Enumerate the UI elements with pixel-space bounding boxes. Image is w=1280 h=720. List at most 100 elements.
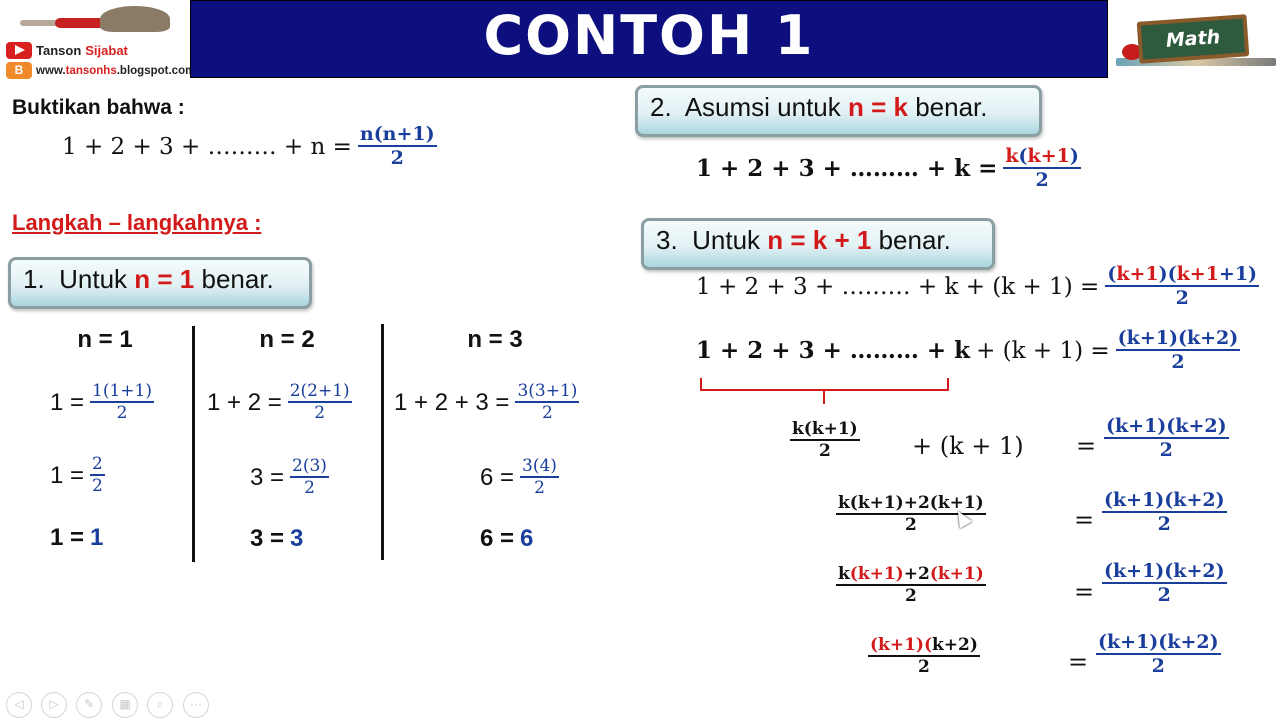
- equals-sign: =: [1076, 432, 1097, 460]
- fraction-denominator: 2: [515, 400, 580, 423]
- equation-fraction: (k+1)(k+2) 2: [1096, 632, 1221, 678]
- next-slide-button[interactable]: ▷: [41, 692, 67, 718]
- equation-fraction: (k+1)(k+2) 2: [1102, 561, 1227, 607]
- fraction-numerator: (k+1)(k+2): [868, 636, 980, 655]
- url-suffix: .blogspot.com: [116, 64, 196, 77]
- equation-result: 6: [520, 525, 534, 552]
- n2-line1: 1 + 2 = 2(2+1) 2: [207, 382, 352, 423]
- column-head-n3: n = 3: [467, 326, 523, 353]
- fraction-numerator: 2(3): [292, 456, 327, 476]
- next-icon: ▷: [49, 697, 59, 711]
- fraction-denominator: 2: [790, 438, 860, 461]
- blog-brand[interactable]: B www.tansonhs.blogspot.com: [6, 62, 195, 79]
- fraction-numerator: 3(3+1): [517, 381, 578, 401]
- youtube-brand[interactable]: Tanson Sijabat: [6, 42, 128, 59]
- fraction-numerator: k(k+1): [792, 419, 858, 439]
- zoom-button[interactable]: ⌕: [147, 692, 173, 718]
- more-options-button[interactable]: ···: [183, 692, 209, 718]
- step1-box: 1. Untuk n = 1 benar.: [8, 257, 312, 309]
- fraction-denominator: 2: [868, 654, 980, 677]
- step3-line1: 1 + 2 + 3 + ……… + k + (k + 1) = (k+1)(k+…: [696, 263, 1260, 310]
- step3-line3-middle: + (k + 1): [912, 432, 1024, 460]
- fraction-numerator: n(n+1): [359, 123, 435, 145]
- step2-highlight: n = k: [847, 92, 908, 122]
- num-k: k: [1005, 145, 1019, 167]
- equation-fraction: 3(4) 2: [520, 457, 559, 498]
- equals-sign: =: [1074, 578, 1095, 606]
- fraction-numerator: (k+1)(k+2): [1104, 560, 1225, 582]
- fraction-denominator: 2: [1096, 652, 1221, 678]
- term-red: (k+1): [849, 564, 904, 584]
- previous-slide-button[interactable]: ◁: [6, 692, 32, 718]
- fraction-denominator: 2: [90, 473, 105, 496]
- equation-fraction: (k+1)(k+2) 2: [1115, 328, 1241, 374]
- equation-fraction: k(k+1)+2(k+1) 2: [836, 565, 986, 606]
- equation-lhs: 1 + 2 + 3 + ……… + k =: [696, 155, 998, 183]
- underbrace-icon: [700, 378, 949, 404]
- pen-tool-button[interactable]: ✎: [76, 692, 102, 718]
- equation-fraction: (k+1)(k+1+1) 2: [1105, 263, 1260, 310]
- step3-line6: (k+1)(k+2) 2: [868, 636, 980, 677]
- fraction-numerator: 3(4): [522, 456, 557, 476]
- fraction-numerator: 2: [92, 454, 103, 474]
- main-formula-fraction: n(n+1) 2: [357, 123, 437, 170]
- fraction-numerator: 2(2+1): [289, 381, 350, 401]
- term-red: k+1: [1116, 263, 1159, 285]
- step3-line5-rhs: (k+1)(k+2) 2: [1102, 561, 1227, 607]
- equation-fraction: 2(2+1) 2: [287, 381, 352, 423]
- fraction-denominator: 2: [1104, 436, 1229, 462]
- equation-lhs-sum: 1 + 2 + 3 + ……… + k: [696, 337, 971, 365]
- equation-lhs: 1 =: [50, 388, 85, 416]
- step3-line5: k(k+1)+2(k+1) 2: [836, 565, 986, 606]
- step2-formula: 1 + 2 + 3 + ……… + k = k(k+1) 2: [696, 146, 1081, 192]
- step3-highlight: n = k + 1: [767, 225, 872, 255]
- paren: )(: [1158, 263, 1177, 285]
- slides-view-button[interactable]: ▦: [112, 692, 138, 718]
- blog-url: www.tansonhs.blogspot.com: [36, 65, 195, 77]
- url-mid: tansonhs: [65, 64, 117, 77]
- fraction-denominator: 2: [836, 583, 986, 606]
- equation-fraction: (k+1)(k+2) 2: [1102, 490, 1227, 536]
- chalkboard-icon: Math: [1136, 14, 1250, 64]
- fraction-numerator: 1(1+1): [92, 381, 152, 401]
- fraction-numerator: (k+1)(k+2): [1104, 489, 1225, 511]
- fraction-numerator: k(k+1): [1003, 146, 1080, 167]
- term-blue: +1): [1218, 263, 1258, 285]
- fraction-denominator: 2: [1115, 348, 1241, 374]
- brand-name-first: Tanson: [36, 43, 82, 58]
- more-icon: ···: [190, 697, 202, 711]
- n1-line1: 1 = 1(1+1) 2: [50, 382, 154, 423]
- pen-icon: ✎: [83, 697, 95, 711]
- term-mid: +2: [903, 564, 930, 584]
- previous-icon: ◁: [14, 697, 24, 711]
- step1-prefix: 1. Untuk: [23, 264, 135, 294]
- column-divider: [381, 324, 384, 560]
- step3-line4-rhs: (k+1)(k+2) 2: [1102, 490, 1227, 536]
- equation-fraction: k(k+1) 2: [1003, 146, 1081, 192]
- paren: (: [1107, 263, 1117, 285]
- fraction-denominator: 2: [1003, 166, 1081, 192]
- equation-lhs: 1 + 2 + 3 =: [394, 388, 510, 416]
- step2-prefix: 2. Asumsi untuk: [650, 92, 848, 122]
- num-k-plus: k+1: [1027, 145, 1070, 167]
- step3-prefix: 3. Untuk: [656, 225, 768, 255]
- n3-line2: 6 = 3(4) 2: [480, 457, 559, 498]
- step3-suffix: benar.: [871, 225, 951, 255]
- equation-lhs-rest: + (k + 1) =: [976, 337, 1110, 364]
- equation-lhs: 1 =: [50, 461, 85, 489]
- fraction-numerator: k(k+1)+2(k+1): [836, 565, 986, 584]
- equation-lhs: 1 + 2 =: [207, 388, 282, 416]
- n3-line3: 6 = 6: [480, 525, 533, 553]
- equation-fraction: 2(3) 2: [290, 457, 329, 498]
- fraction-numerator: (k+1)(k+2): [1098, 631, 1219, 653]
- equation-result: 1: [90, 524, 104, 551]
- main-formula-lhs: 1 + 2 + 3 + ……… + n =: [62, 133, 352, 160]
- n1-line2: 1 = 22: [50, 455, 105, 496]
- step3-line6-rhs: (k+1)(k+2) 2: [1096, 632, 1221, 678]
- url-prefix: www.: [36, 64, 66, 77]
- equation-lhs: 1 =: [50, 524, 85, 551]
- term-red: (k+1): [929, 564, 984, 584]
- term-red: (k+1)(: [870, 635, 932, 655]
- main-formula: 1 + 2 + 3 + ……… + n = n(n+1) 2: [62, 124, 437, 170]
- channel-logo: Tanson Sijabat B www.tansonhs.blogspot.c…: [0, 0, 195, 80]
